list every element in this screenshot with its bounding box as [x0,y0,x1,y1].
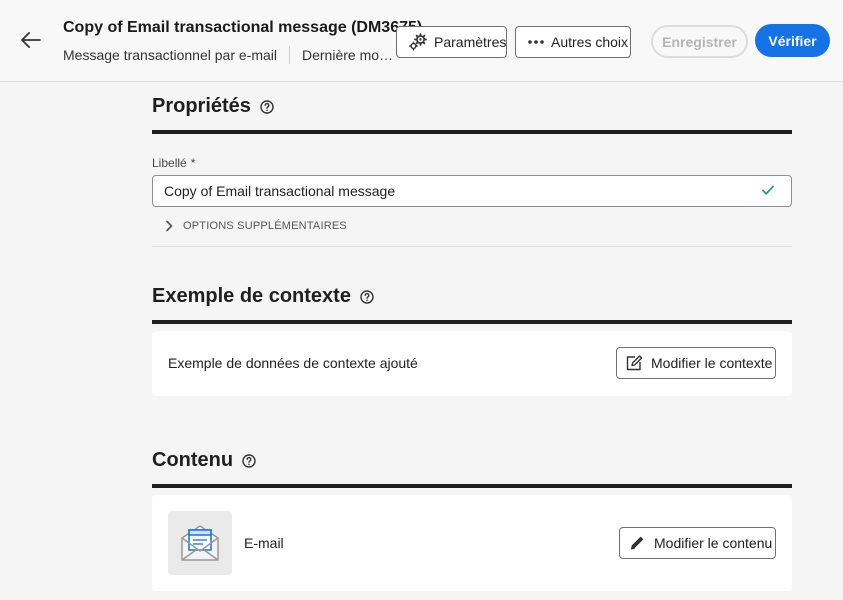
divider [152,246,792,247]
edit-content-button[interactable]: Modifier le contenu [619,527,776,559]
edit-content-label: Modifier le contenu [654,535,773,551]
content-heading: Contenu [152,449,256,472]
help-icon[interactable] [360,289,374,304]
parameters-button[interactable]: Paramètres [396,26,507,58]
pencil-icon [628,534,646,552]
more-options-toggle[interactable]: OPTIONS SUPPLÉMENTAIRES [165,220,347,232]
channel-type: Message transactionnel par e-mail [63,47,277,63]
context-heading: Exemple de contexte [152,285,374,308]
more-dots-icon [527,39,545,45]
more-choices-label: Autres choix [551,34,629,50]
save-button[interactable]: Enregistrer [651,25,748,58]
edit-context-icon [625,354,643,372]
header-bar: Copy of Email transactional message (DM3… [0,0,843,82]
section-divider [152,130,792,134]
required-asterisk: * [190,156,196,170]
context-card: Exemple de données de contexte ajouté Mo… [152,331,792,396]
chevron-right-icon [165,220,173,232]
context-title: Exemple de contexte [152,285,351,307]
properties-title: Propriétés [152,95,251,117]
gears-icon [408,33,428,51]
more-options-label: OPTIONS SUPPLÉMENTAIRES [183,220,347,232]
label-field-label: Libellé * [152,156,195,170]
label-input-value: Copy of Email transactional message [164,183,396,199]
label-input[interactable]: Copy of Email transactional message [152,175,792,207]
page-subtitle: Message transactionnel par e-mail Derniè… [63,46,399,64]
content-title: Contenu [152,449,234,471]
checkmark-icon [761,183,775,200]
content-card: E-mail Modifier le contenu [152,495,792,591]
page-title: Copy of Email transactional message (DM3… [63,19,423,36]
label-field-text: Libellé [152,156,187,170]
divider [289,46,290,64]
verify-button[interactable]: Vérifier [755,24,830,57]
back-arrow-icon[interactable] [18,27,44,53]
edit-context-button[interactable]: Modifier le contexte [616,347,776,379]
more-choices-button[interactable]: Autres choix [515,26,631,58]
properties-heading: Propriétés [152,95,274,118]
last-modified: Dernière modification [302,47,399,63]
section-divider [152,484,792,488]
help-icon[interactable] [260,99,274,114]
help-icon[interactable] [242,453,256,468]
email-envelope-icon [168,511,232,575]
context-text: Exemple de données de contexte ajouté [168,355,418,371]
section-divider [152,320,792,324]
email-channel-label: E-mail [244,535,284,551]
edit-context-label: Modifier le contexte [651,355,773,371]
parameters-label: Paramètres [434,34,507,50]
